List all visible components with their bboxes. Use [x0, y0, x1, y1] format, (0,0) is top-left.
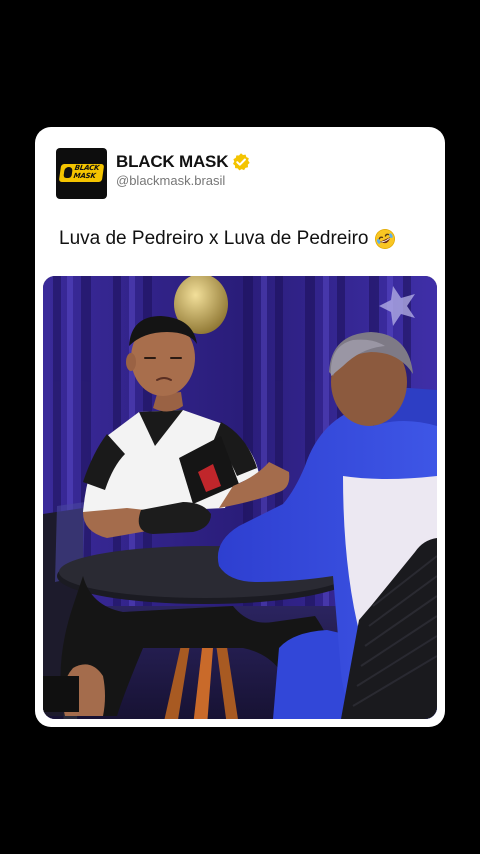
account-avatar[interactable]: BLACK MASK — [56, 148, 107, 199]
post-header: BLACK MASK BLACK MASK @blackmask.brasil — [56, 148, 429, 200]
post-caption: Luva de Pedreiro x Luva de Pedreiro — [59, 228, 396, 250]
black-mask-logo: BLACK MASK — [58, 164, 105, 182]
post-video[interactable] — [43, 276, 437, 719]
account-name-row: BLACK MASK — [116, 150, 251, 174]
post-caption-text: Luva de Pedreiro x Luva de Pedreiro — [59, 228, 369, 249]
post-card[interactable]: BLACK MASK BLACK MASK @blackmask.brasil … — [35, 127, 445, 727]
account-handle[interactable]: @blackmask.brasil — [116, 173, 225, 188]
mask-icon — [63, 167, 73, 178]
verified-badge-icon — [231, 152, 251, 172]
logo-text: BLACK MASK — [73, 164, 100, 180]
video-frame — [43, 276, 437, 719]
account-name[interactable]: BLACK MASK — [116, 152, 228, 172]
rolling-laughing-emoji-icon — [374, 228, 396, 250]
